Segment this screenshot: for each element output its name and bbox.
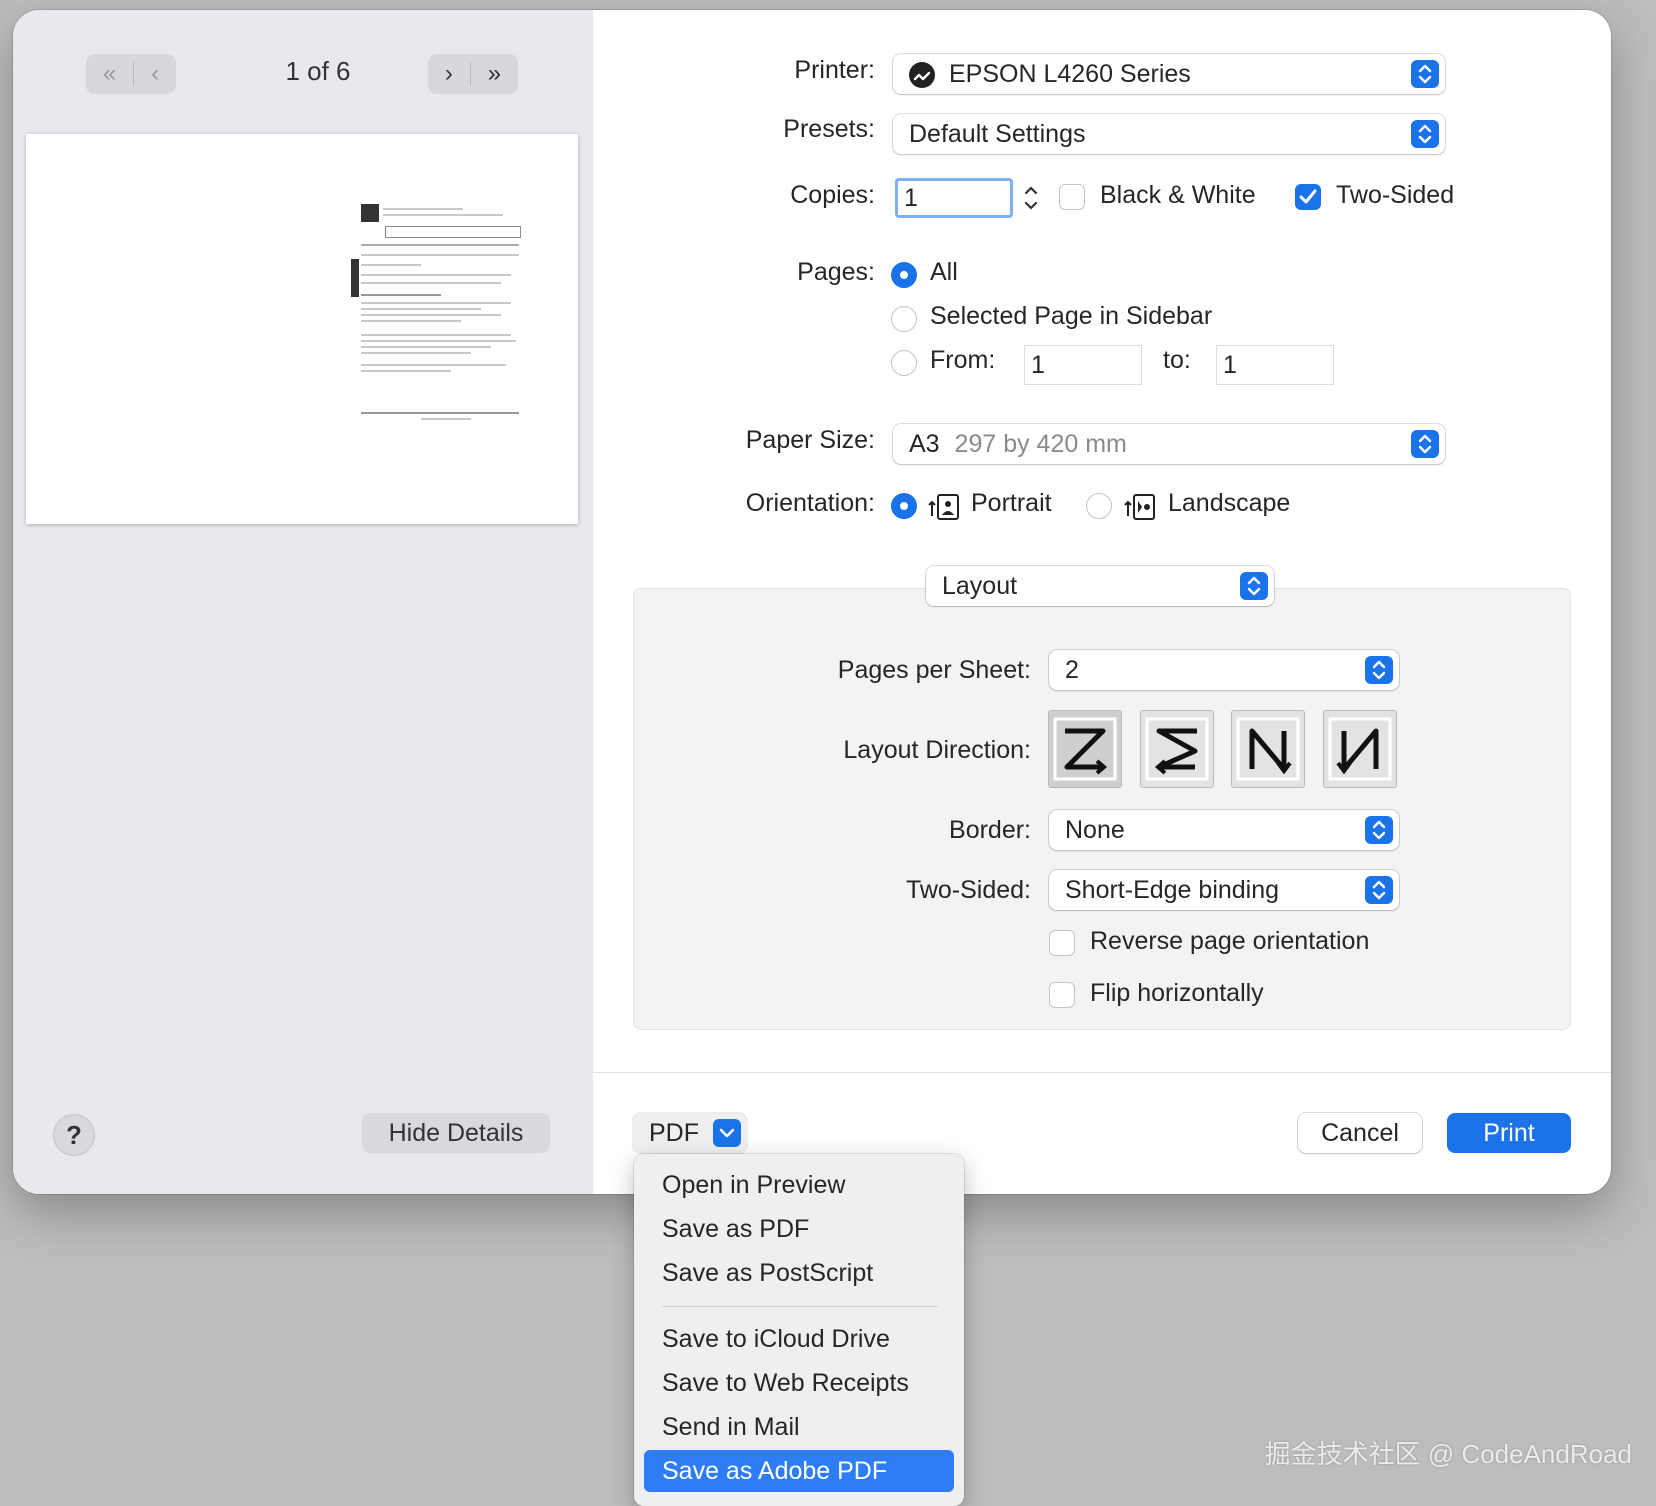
paper-size-popup[interactable]: A3 297 by 420 mm	[893, 424, 1445, 464]
n-direction-icon	[1236, 717, 1300, 781]
presets-value: Default Settings	[909, 120, 1086, 148]
two-sided-checkbox[interactable]	[1295, 184, 1321, 210]
updown-chevron-icon	[1411, 60, 1439, 88]
preview-sidebar: «‹ 1 of 6 ›» ? Hide Details	[13, 10, 593, 1194]
menu-item-save-to-web-receipts[interactable]: Save to Web Receipts	[644, 1362, 954, 1404]
copies-input[interactable]: 1	[895, 178, 1013, 218]
z-direction-icon	[1053, 717, 1117, 781]
page-indicator: 1 of 6	[285, 56, 351, 86]
printer-value: EPSON L4260 Series	[949, 60, 1191, 88]
updown-chevron-icon	[1411, 430, 1439, 458]
footer-divider	[593, 1072, 1611, 1073]
cancel-button[interactable]: Cancel	[1298, 1113, 1422, 1153]
layout-direction-reverse-z-button[interactable]	[1140, 710, 1214, 788]
layout-direction-reverse-n-button[interactable]	[1323, 710, 1397, 788]
first-prev-page-buttons[interactable]: «‹	[86, 54, 176, 94]
pages-to-input[interactable]: 1	[1216, 345, 1334, 385]
pages-to-label: to:	[1163, 346, 1191, 374]
updown-chevron-icon	[1365, 656, 1393, 684]
layout-direction-label: Layout Direction:	[843, 736, 1031, 764]
first-page-icon[interactable]: «	[103, 60, 116, 88]
copies-label: Copies:	[790, 181, 875, 209]
pages-from-input[interactable]: 1	[1024, 345, 1142, 385]
updown-chevron-icon	[1240, 572, 1268, 600]
landscape-icon	[1123, 490, 1157, 527]
reverse-orientation-checkbox[interactable]	[1049, 930, 1075, 956]
portrait-label: Portrait	[971, 489, 1052, 517]
last-page-icon[interactable]: »	[488, 60, 501, 88]
two-sided-binding-popup[interactable]: Short-Edge binding	[1049, 870, 1399, 910]
printer-status-icon	[909, 62, 935, 88]
presets-popup[interactable]: Default Settings	[893, 114, 1445, 154]
pages-per-sheet-label: Pages per Sheet:	[837, 656, 1031, 684]
black-white-label: Black & White	[1100, 181, 1256, 209]
landscape-label: Landscape	[1168, 489, 1291, 517]
next-last-page-buttons[interactable]: ›»	[428, 54, 518, 94]
updown-chevron-icon	[1411, 120, 1439, 148]
printer-label: Printer:	[794, 56, 875, 84]
print-dialog: «‹ 1 of 6 ›» ? Hide Details Printer: EPS…	[13, 10, 1611, 1194]
reverse-n-direction-icon	[1328, 717, 1392, 781]
next-page-icon[interactable]: ›	[445, 60, 453, 88]
paper-size-label: Paper Size:	[745, 426, 875, 454]
presets-label: Presets:	[783, 115, 875, 143]
pages-all-label: All	[930, 258, 958, 286]
page-preview-thumbnail[interactable]	[26, 134, 578, 524]
pages-label: Pages:	[797, 258, 875, 286]
pages-from-radio[interactable]	[891, 350, 917, 376]
landscape-radio[interactable]	[1086, 493, 1112, 519]
pdf-label: PDF	[649, 1119, 699, 1147]
menu-item-save-as-adobe-pdf[interactable]: Save as Adobe PDF	[644, 1450, 954, 1492]
copies-stepper[interactable]	[1020, 178, 1042, 218]
layout-two-sided-label: Two-Sided:	[905, 876, 1031, 904]
menu-item-save-as-postscript[interactable]: Save as PostScript	[644, 1252, 954, 1294]
pages-per-sheet-popup[interactable]: 2	[1049, 650, 1399, 690]
border-label: Border:	[949, 816, 1031, 844]
menu-item-save-as-pdf[interactable]: Save as PDF	[644, 1208, 954, 1250]
pages-from-label: From:	[930, 346, 996, 374]
printer-popup[interactable]: EPSON L4260 Series	[893, 54, 1445, 94]
layout-direction-n-button[interactable]	[1231, 710, 1305, 788]
two-sided-binding-value: Short-Edge binding	[1065, 876, 1280, 904]
orientation-label: Orientation:	[745, 489, 875, 517]
paper-size-name: A3	[909, 430, 940, 458]
checkmark-icon	[1299, 189, 1317, 204]
section-popup[interactable]: Layout	[926, 566, 1274, 606]
pages-selected-label: Selected Page in Sidebar	[930, 302, 1213, 330]
watermark: 掘金技术社区 @ CodeAndRoad	[1264, 1439, 1632, 1469]
help-button[interactable]: ?	[53, 1114, 95, 1156]
pdf-menu-button[interactable]: PDF	[633, 1113, 747, 1153]
pages-per-sheet-value: 2	[1065, 656, 1079, 684]
print-button[interactable]: Print	[1447, 1113, 1571, 1153]
paper-size-dims: 297 by 420 mm	[954, 430, 1127, 458]
prev-page-icon[interactable]: ‹	[151, 60, 159, 88]
document-miniature	[351, 204, 521, 429]
menu-item-save-to-icloud[interactable]: Save to iCloud Drive	[644, 1318, 954, 1360]
chevron-down-icon	[713, 1119, 741, 1147]
flip-horizontally-label: Flip horizontally	[1090, 979, 1264, 1007]
menu-item-send-in-mail[interactable]: Send in Mail	[644, 1406, 954, 1448]
border-value: None	[1065, 816, 1125, 844]
layout-direction-z-button[interactable]	[1048, 710, 1122, 788]
pages-all-radio[interactable]	[891, 262, 917, 288]
hide-details-button[interactable]: Hide Details	[362, 1113, 550, 1153]
portrait-radio[interactable]	[891, 493, 917, 519]
black-white-checkbox[interactable]	[1059, 184, 1085, 210]
pdf-dropdown-menu: Open in Preview Save as PDF Save as Post…	[634, 1154, 964, 1506]
section-popup-value: Layout	[942, 572, 1018, 600]
border-popup[interactable]: None	[1049, 810, 1399, 850]
reverse-z-direction-icon	[1145, 717, 1209, 781]
portrait-icon	[927, 490, 961, 527]
menu-separator	[662, 1306, 938, 1307]
menu-item-open-in-preview[interactable]: Open in Preview	[644, 1164, 954, 1206]
updown-chevron-icon	[1365, 876, 1393, 904]
two-sided-label: Two-Sided	[1336, 181, 1455, 209]
flip-horizontally-checkbox[interactable]	[1049, 982, 1075, 1008]
reverse-orientation-label: Reverse page orientation	[1090, 927, 1370, 955]
pages-selected-radio[interactable]	[891, 306, 917, 332]
updown-chevron-icon	[1365, 816, 1393, 844]
